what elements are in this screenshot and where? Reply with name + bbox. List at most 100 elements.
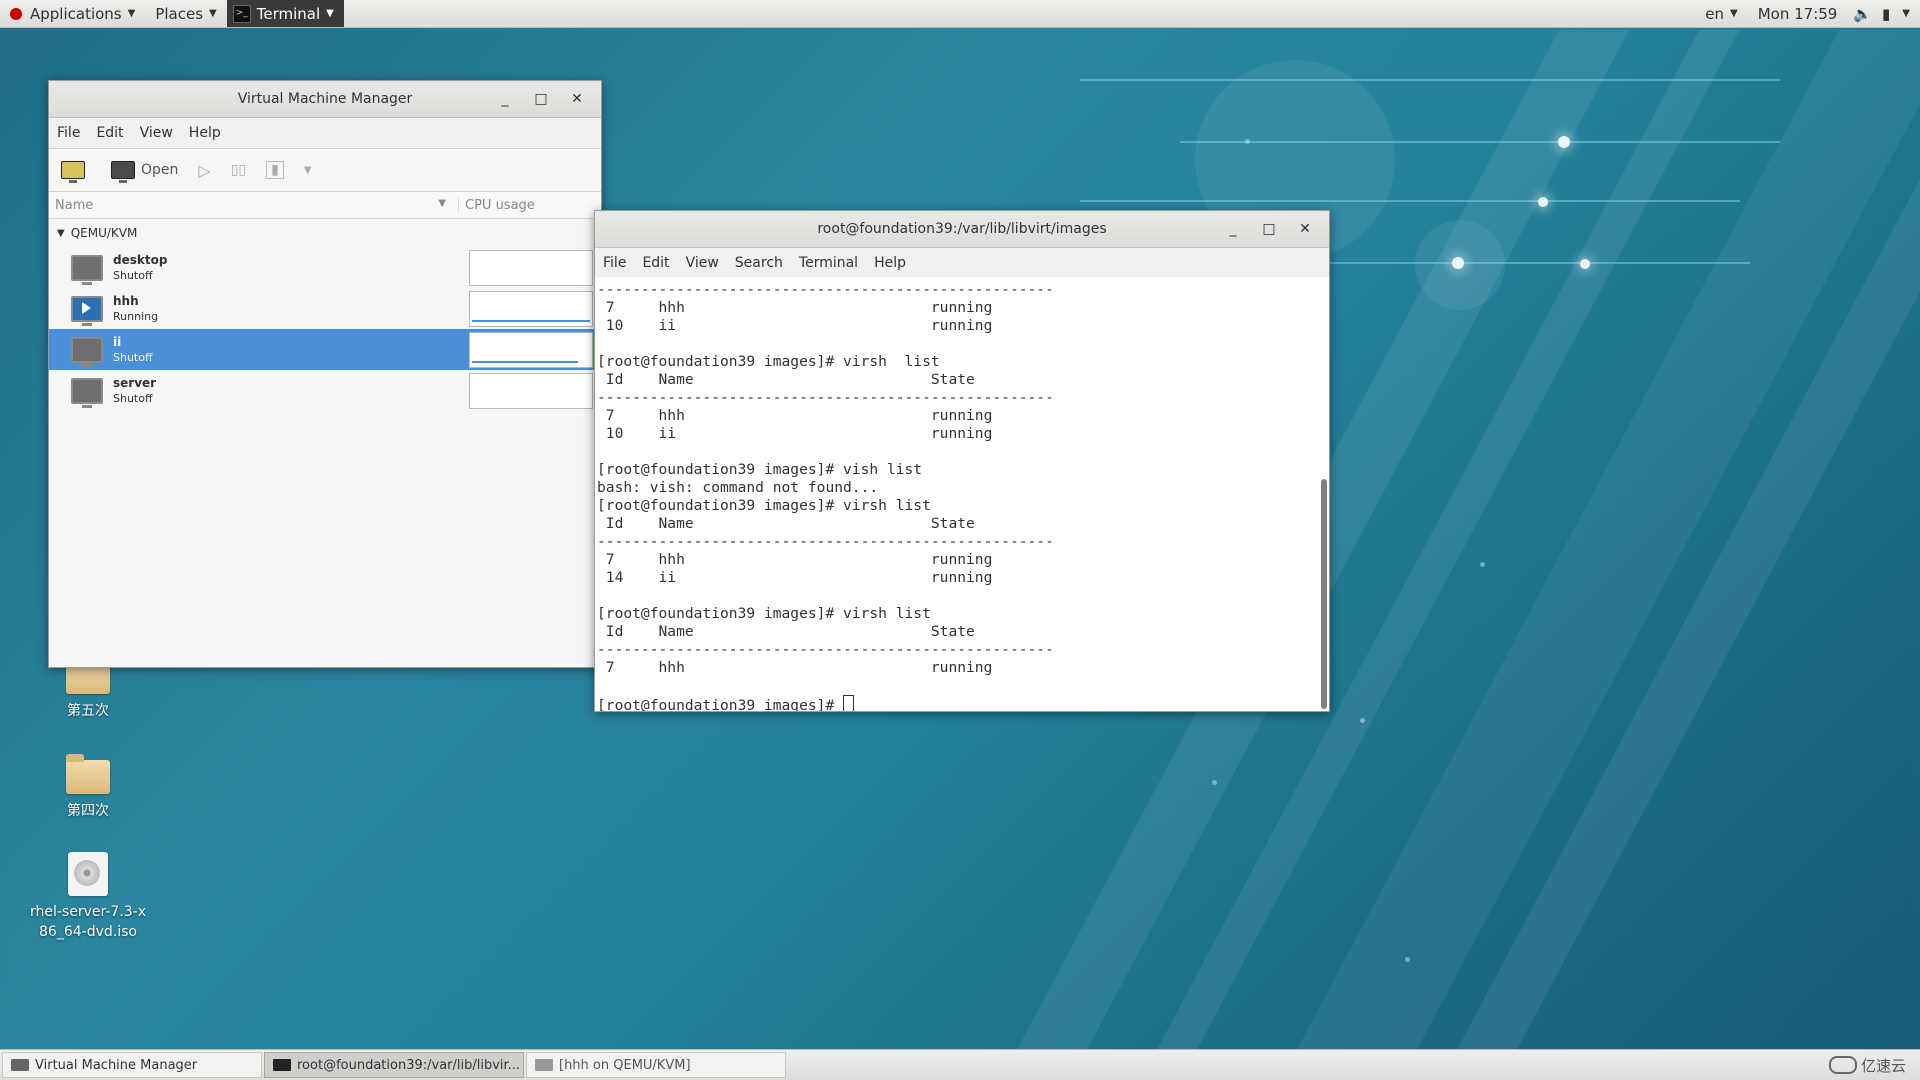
- column-name[interactable]: Name ▼: [49, 197, 459, 213]
- minimize-button[interactable]: _: [1215, 221, 1251, 237]
- window-icon: [535, 1059, 553, 1071]
- desktop-iso-file[interactable]: rhel-server-7.3-x86_64-dvd.iso: [28, 852, 148, 942]
- connection-label: QEMU/KVM: [70, 226, 138, 240]
- menu-edit[interactable]: Edit: [642, 255, 669, 271]
- task-vmm[interactable]: Virtual Machine Manager: [2, 1052, 262, 1078]
- vm-name: desktop: [113, 252, 168, 267]
- menu-terminal[interactable]: Terminal: [799, 255, 858, 271]
- cpu-usage-graph: [469, 332, 593, 368]
- vm-shutoff-icon: [71, 377, 103, 408]
- window-icon: [11, 1059, 29, 1071]
- applications-menu[interactable]: Applications ▼: [0, 0, 145, 27]
- task-label: Virtual Machine Manager: [35, 1057, 198, 1073]
- vm-row[interactable]: desktop Shutoff: [49, 247, 601, 288]
- menu-search[interactable]: Search: [735, 255, 783, 271]
- places-menu[interactable]: Places ▼: [145, 0, 226, 27]
- menu-help[interactable]: Help: [874, 255, 906, 271]
- menu-view[interactable]: View: [686, 255, 719, 271]
- open-button[interactable]: Open: [111, 161, 178, 183]
- terminal-icon: >_: [232, 4, 251, 23]
- terminal-menubar: File Edit View Search Terminal Help: [595, 248, 1329, 279]
- column-cpu[interactable]: CPU usage: [459, 198, 535, 213]
- connection-row[interactable]: ▼ QEMU/KVM: [49, 219, 601, 247]
- chevron-down-icon: ▼: [209, 8, 217, 19]
- terminal-cursor: [843, 695, 855, 711]
- vm-shutoff-icon: [71, 254, 103, 285]
- new-vm-button[interactable]: [61, 161, 91, 183]
- folder-icon: [66, 754, 110, 794]
- shutdown-menu-arrow[interactable]: ▼: [304, 165, 312, 176]
- menu-file[interactable]: File: [57, 125, 80, 141]
- menu-edit[interactable]: Edit: [96, 125, 123, 141]
- watermark: 亿速云: [1828, 1055, 1906, 1076]
- bottom-taskbar: Virtual Machine Manager root@foundation3…: [0, 1049, 1920, 1080]
- task-label: root@foundation39:/var/lib/libvir...: [297, 1057, 521, 1073]
- chevron-down-icon: ▼: [326, 8, 334, 19]
- terminal-app-label: Terminal: [256, 4, 321, 23]
- cpu-usage-graph: [469, 250, 593, 286]
- column-name-label: Name: [55, 197, 94, 213]
- window-title: Virtual Machine Manager: [237, 91, 413, 107]
- watermark-text: 亿速云: [1860, 1056, 1906, 1075]
- volume-icon[interactable]: 🔈: [1847, 0, 1878, 27]
- chevron-down-icon: ▼: [1730, 8, 1738, 19]
- desktop-folder-5[interactable]: 第五次: [28, 654, 148, 720]
- system-menu[interactable]: ▼: [1894, 0, 1920, 27]
- task-label: [hhh on QEMU/KVM]: [559, 1057, 691, 1073]
- redhat-icon: [10, 7, 22, 20]
- vm-state: Shutoff: [113, 268, 153, 282]
- chevron-down-icon: ▼: [127, 8, 136, 19]
- column-cpu-label: CPU usage: [465, 197, 535, 213]
- terminal-titlebar[interactable]: root@foundation39:/var/lib/libvirt/image…: [595, 211, 1329, 248]
- scrollbar[interactable]: [1319, 279, 1327, 709]
- run-button[interactable]: ▷: [198, 161, 210, 180]
- vm-state: Running: [113, 309, 159, 323]
- close-button[interactable]: ✕: [559, 91, 595, 107]
- vm-row[interactable]: hhh Running: [49, 288, 601, 329]
- battery-icon[interactable]: ▮: [1878, 0, 1894, 27]
- terminal-app-menu[interactable]: >_ Terminal ▼: [226, 0, 344, 27]
- desktop-icon-label: rhel-server-7.3-x86_64-dvd.iso: [29, 904, 146, 940]
- vmm-window: Virtual Machine Manager _ □ ✕ File Edit …: [48, 80, 602, 668]
- maximize-button[interactable]: □: [523, 91, 559, 107]
- desktop-icon-label: 第五次: [67, 703, 109, 719]
- clock-label: Mon 17:59: [1757, 4, 1838, 23]
- places-label: Places: [155, 4, 204, 23]
- scrollbar-thumb[interactable]: [1321, 479, 1327, 709]
- vm-name: ii: [113, 334, 122, 349]
- vm-list-header: Name ▼ CPU usage: [49, 192, 601, 219]
- language-indicator[interactable]: en ▼: [1695, 0, 1747, 27]
- expander-icon[interactable]: ▼: [57, 228, 65, 239]
- cpu-usage-graph: [469, 291, 593, 327]
- cpu-usage-graph: [469, 373, 593, 409]
- vm-row-selected[interactable]: ii Shutoff: [49, 329, 601, 370]
- task-terminal[interactable]: root@foundation39:/var/lib/libvir...: [264, 1052, 524, 1078]
- menu-file[interactable]: File: [603, 255, 626, 271]
- minimize-button[interactable]: _: [487, 91, 523, 107]
- terminal-output[interactable]: ----------------------------------------…: [595, 277, 1329, 711]
- terminal-text: ----------------------------------------…: [597, 281, 1054, 711]
- chevron-down-icon: ▼: [1902, 8, 1910, 19]
- vm-shutoff-icon: [71, 336, 103, 367]
- maximize-button[interactable]: □: [1251, 221, 1287, 237]
- menu-help[interactable]: Help: [189, 125, 221, 141]
- vmm-titlebar[interactable]: Virtual Machine Manager _ □ ✕: [49, 81, 601, 118]
- disc-image-icon: [68, 852, 108, 896]
- vm-row[interactable]: server Shutoff: [49, 370, 601, 411]
- vm-state: Shutoff: [113, 391, 153, 405]
- close-button[interactable]: ✕: [1287, 221, 1323, 237]
- desktop-icon-label: 第四次: [67, 803, 109, 819]
- clock[interactable]: Mon 17:59: [1748, 0, 1848, 27]
- shutdown-button[interactable]: ▮: [266, 161, 284, 179]
- window-title: root@foundation39:/var/lib/libvirt/image…: [817, 221, 1107, 237]
- task-vm-console[interactable]: [hhh on QEMU/KVM]: [526, 1052, 786, 1078]
- vm-state: Shutoff: [113, 350, 153, 364]
- cloud-logo-icon: [1828, 1056, 1857, 1074]
- vm-name: hhh: [113, 293, 139, 308]
- desktop-folder-4[interactable]: 第四次: [28, 754, 148, 820]
- terminal-icon: [273, 1059, 291, 1071]
- menu-view[interactable]: View: [140, 125, 173, 141]
- vm-name: server: [113, 375, 157, 390]
- pause-button[interactable]: ▯▯: [231, 162, 246, 178]
- vm-running-icon: [71, 295, 103, 326]
